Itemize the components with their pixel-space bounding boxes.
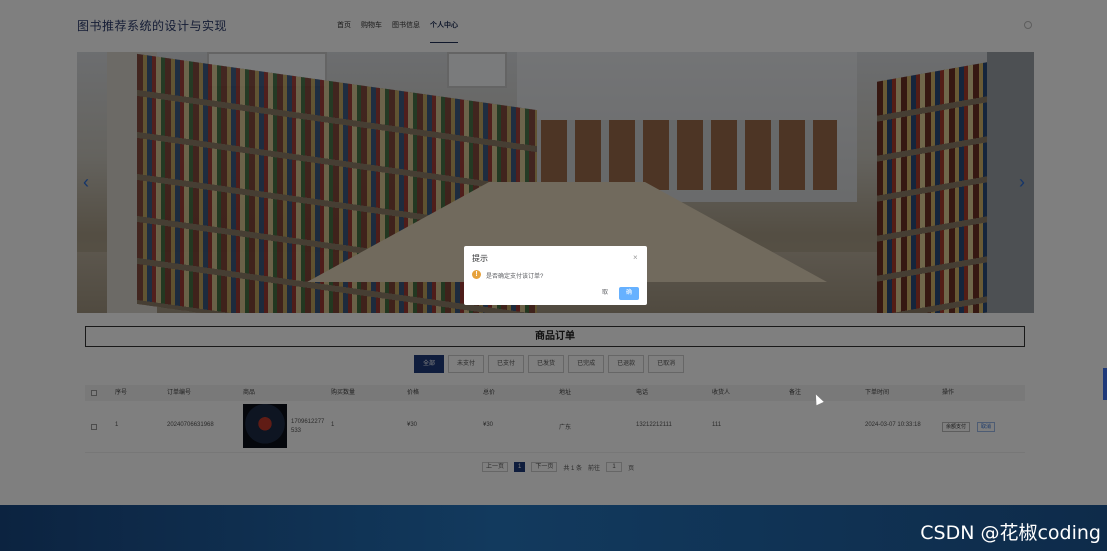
dialog-message: 是否确定支付该订单? xyxy=(486,274,544,280)
warning-icon: ! xyxy=(472,270,481,279)
dialog-cancel-button[interactable]: 取 xyxy=(595,287,615,300)
dialog-title: 提示 xyxy=(472,254,488,263)
csdn-watermark: CSDN @花椒coding xyxy=(920,522,1101,544)
close-icon[interactable]: × xyxy=(633,253,638,262)
scrollbar-thumb[interactable] xyxy=(1103,368,1107,400)
confirm-dialog: 提示 × ! 是否确定支付该订单? 取 确 xyxy=(464,246,647,305)
dialog-confirm-button[interactable]: 确 xyxy=(619,287,639,300)
